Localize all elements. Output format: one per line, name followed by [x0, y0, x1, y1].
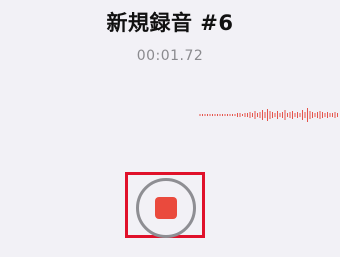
stop-recording-button[interactable] [136, 178, 196, 238]
recording-title: 新規録音 #6 [106, 11, 234, 35]
stop-icon [155, 197, 177, 219]
elapsed-time: 00:01.72 [136, 48, 204, 64]
waveform [199, 108, 338, 122]
